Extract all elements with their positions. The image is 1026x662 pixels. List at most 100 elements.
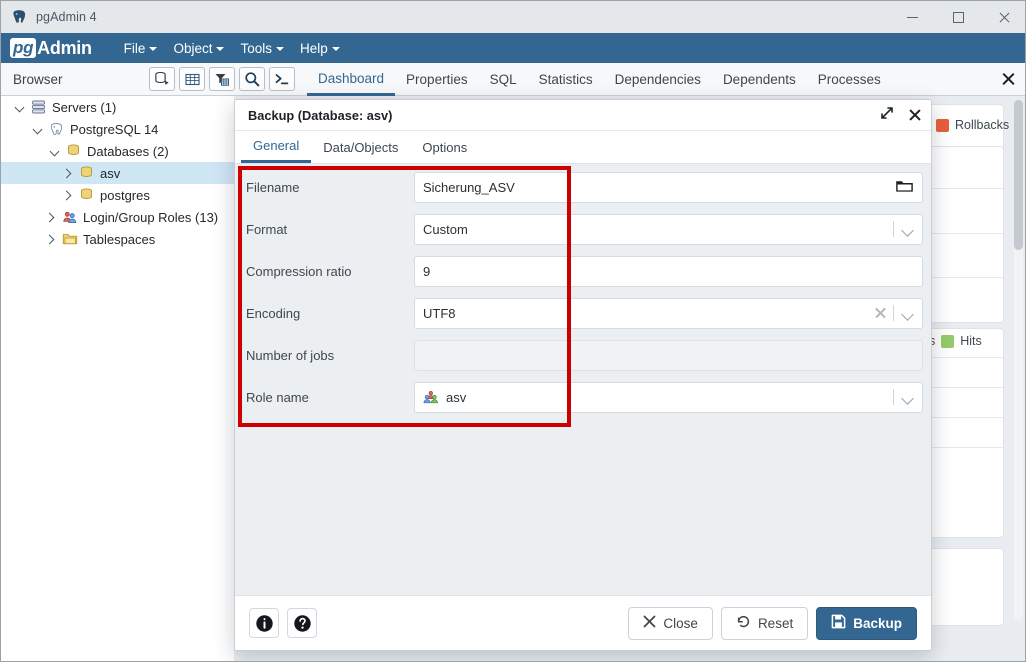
backup-dialog: Backup (Database: asv) General Data/Obje…: [234, 99, 932, 651]
object-tab-strip: Dashboard Properties SQL Statistics Depe…: [307, 63, 892, 96]
browser-tree: Servers (1) PostgreSQL 14 Databases (2) …: [1, 96, 234, 626]
maximize-icon[interactable]: [880, 106, 894, 125]
clear-icon[interactable]: [874, 307, 886, 319]
role-name-select[interactable]: asv: [414, 381, 923, 413]
format-label: Format: [246, 221, 288, 237]
chevron-down-icon: [149, 47, 158, 51]
tree-node-postgresql-label: PostgreSQL 14: [70, 121, 159, 137]
role-icon: [423, 390, 439, 404]
field-row-format: Format Custom: [235, 211, 931, 247]
object-explorer-icon[interactable]: [149, 67, 175, 91]
tab-dashboard[interactable]: Dashboard: [307, 64, 396, 96]
help-button[interactable]: [287, 608, 317, 638]
legend-hits-label: Hits: [960, 334, 982, 348]
backup-button-label: Backup: [853, 615, 902, 631]
pgadmin-logo: pg Admin: [10, 38, 92, 59]
menu-object[interactable]: Object: [165, 38, 232, 59]
browser-panel-title: Browser: [13, 71, 63, 87]
tree-node-postgresql-14[interactable]: PostgreSQL 14: [1, 118, 234, 140]
format-select[interactable]: Custom: [414, 213, 923, 245]
database-icon: [78, 187, 95, 203]
chevron-down-icon[interactable]: [13, 101, 26, 114]
dialog-tab-general-label: General: [253, 138, 300, 153]
menu-tools-label: Tools: [240, 40, 272, 56]
chevron-down-icon[interactable]: [901, 223, 914, 236]
chevron-down-icon[interactable]: [901, 391, 914, 404]
dialog-close-icon[interactable]: [908, 109, 921, 122]
field-row-encoding: Encoding UTF8: [235, 295, 931, 331]
window-title: pgAdmin 4: [36, 10, 97, 24]
menu-file[interactable]: File: [116, 38, 166, 59]
databases-icon: [65, 143, 82, 159]
chevron-right-icon[interactable]: [61, 167, 74, 180]
tree-node-databases[interactable]: Databases (2): [1, 140, 234, 162]
dialog-tab-options-label: Options: [422, 139, 468, 155]
encoding-select[interactable]: UTF8: [414, 297, 923, 329]
folder-icon[interactable]: [895, 178, 914, 197]
window-title-bar: pgAdmin 4: [1, 1, 1025, 33]
save-icon: [831, 614, 846, 632]
window-minimize-button[interactable]: [889, 1, 935, 33]
terminal-icon[interactable]: [269, 67, 295, 91]
tree-node-databases-label: Databases (2): [87, 143, 169, 159]
filename-label: Filename: [246, 179, 300, 195]
reset-button[interactable]: Reset: [720, 606, 809, 640]
close-button[interactable]: Close: [628, 606, 713, 640]
dialog-header: Backup (Database: asv): [235, 100, 931, 131]
compression-ratio-label: Compression ratio: [246, 263, 352, 279]
close-icon[interactable]: [1001, 72, 1015, 86]
tab-properties[interactable]: Properties: [395, 64, 479, 96]
tab-statistics-label: Statistics: [538, 72, 593, 87]
tree-node-servers[interactable]: Servers (1): [1, 96, 234, 118]
compression-ratio-input[interactable]: 9: [414, 255, 923, 287]
dialog-body: Filename Sicherung_ASV Format Custom Com…: [235, 164, 931, 595]
filter-table-icon[interactable]: [209, 67, 235, 91]
number-of-jobs-input[interactable]: [414, 339, 923, 371]
dialog-header-buttons: [880, 106, 921, 125]
backup-button[interactable]: Backup: [816, 606, 917, 640]
divider: [893, 305, 894, 321]
chevron-right-icon[interactable]: [61, 189, 74, 202]
tab-processes[interactable]: Processes: [807, 64, 892, 96]
info-button[interactable]: [249, 608, 279, 638]
chevron-right-icon[interactable]: [44, 233, 57, 246]
format-value: Custom: [423, 221, 468, 237]
tab-sql[interactable]: SQL: [479, 64, 528, 96]
dialog-tab-data-objects-label: Data/Objects: [323, 139, 399, 155]
window-close-button[interactable]: [981, 1, 1025, 33]
search-icon[interactable]: [239, 67, 265, 91]
filename-input[interactable]: Sicherung_ASV: [414, 171, 923, 203]
tab-dependents[interactable]: Dependents: [712, 64, 807, 96]
format-adornments: [893, 221, 914, 237]
tab-statistics[interactable]: Statistics: [528, 64, 604, 96]
tree-node-asv[interactable]: asv: [1, 162, 234, 184]
dialog-footer: Close Reset Backup: [235, 595, 931, 650]
dialog-tab-data-objects[interactable]: Data/Objects: [311, 131, 410, 163]
tab-processes-label: Processes: [817, 72, 881, 87]
chevron-down-icon[interactable]: [901, 307, 914, 320]
chevron-down-icon[interactable]: [48, 145, 61, 158]
chevron-down-icon[interactable]: [31, 123, 44, 136]
window-maximize-button[interactable]: [935, 1, 981, 33]
legend-swatch-hits: [941, 334, 955, 348]
menu-help[interactable]: Help: [292, 38, 348, 59]
chevron-right-icon[interactable]: [44, 211, 57, 224]
scrollbar-thumb[interactable]: [1014, 100, 1023, 250]
field-row-compression-ratio: Compression ratio 9: [235, 253, 931, 289]
dialog-tab-options[interactable]: Options: [410, 131, 479, 163]
main-menu-bar: pg Admin File Object Tools Help: [1, 33, 1025, 63]
menu-object-label: Object: [173, 40, 213, 56]
divider: [893, 389, 894, 405]
tree-node-login-group-roles[interactable]: Login/Group Roles (13): [1, 206, 234, 228]
tree-node-postgres[interactable]: postgres: [1, 184, 234, 206]
dialog-tab-general[interactable]: General: [241, 131, 312, 163]
tab-dependencies[interactable]: Dependencies: [604, 64, 712, 96]
tree-node-tablespaces[interactable]: Tablespaces: [1, 228, 234, 250]
grid-table-icon[interactable]: [179, 67, 205, 91]
filename-value: Sicherung_ASV: [423, 179, 515, 195]
dashboard-scrollbar[interactable]: [1014, 100, 1023, 620]
number-of-jobs-label: Number of jobs: [246, 347, 335, 363]
menu-tools[interactable]: Tools: [232, 38, 292, 59]
encoding-adornments: [874, 305, 914, 321]
dialog-title: Backup (Database: asv): [248, 107, 393, 123]
